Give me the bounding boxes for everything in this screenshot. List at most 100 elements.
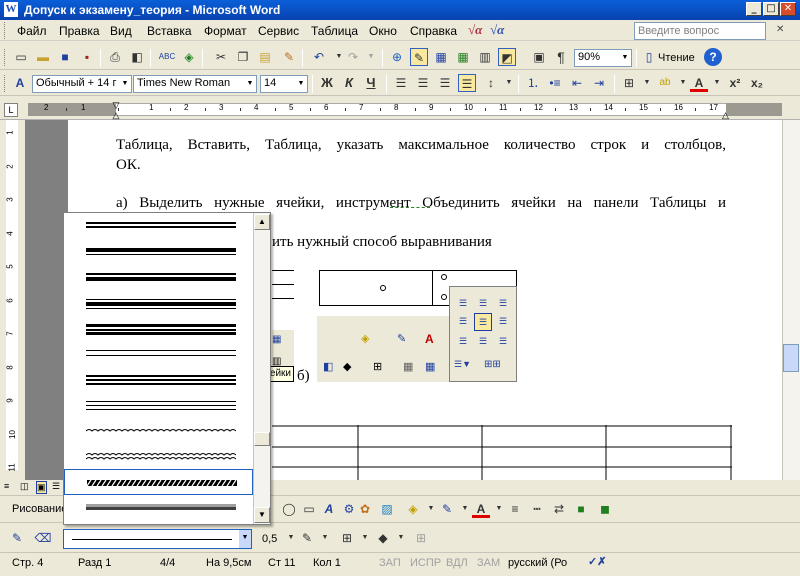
save-icon[interactable]: ■	[56, 48, 74, 66]
embedded-table-image[interactable]	[272, 270, 294, 312]
line-style-option-thick-thin-thick[interactable]	[64, 316, 253, 342]
style-select[interactable]: Обычный + 14 г ▼	[32, 75, 132, 93]
line-color-icon[interactable]: ✎	[438, 500, 456, 518]
doc-line[interactable]: ить нужный способ выравнивания	[272, 234, 492, 251]
permission-icon[interactable]: ▪	[78, 48, 96, 66]
underline-button[interactable]: Ч	[362, 74, 380, 92]
copy-icon[interactable]: ❐	[234, 48, 252, 66]
print-icon[interactable]: ⎙	[106, 48, 124, 66]
subscript-button[interactable]: x₂	[748, 74, 766, 92]
format-painter-icon[interactable]: ✎	[280, 48, 298, 66]
equation-icon[interactable]: √α	[468, 22, 482, 38]
toolbar-grip[interactable]	[4, 49, 7, 66]
styles-icon[interactable]: A	[11, 74, 29, 92]
spelling-status-icon[interactable]: ✓✗	[588, 555, 606, 571]
borders-dropdown-icon[interactable]: ▼	[638, 74, 656, 92]
menu-window[interactable]: Окно	[369, 24, 397, 38]
redo-icon[interactable]: ↷	[344, 48, 362, 66]
line-weight-value[interactable]: 0,5	[262, 533, 277, 545]
border-color-dropdown-icon[interactable]: ▼	[316, 529, 334, 547]
dropdown-scrollbar[interactable]	[253, 213, 270, 524]
drawing-icon[interactable]: ◩	[498, 48, 516, 66]
highlight-icon[interactable]: ab	[656, 74, 674, 92]
reading-label[interactable]: Чтение	[658, 52, 695, 64]
line-style-option-double-wavy[interactable]	[64, 444, 253, 470]
status-record[interactable]: ЗАП	[379, 557, 401, 569]
doc-line[interactable]: а) Выделить нужные ячейки, инструмент Об…	[116, 195, 726, 212]
picture-icon[interactable]: ▨	[378, 500, 396, 518]
normal-view-icon[interactable]: ≡	[4, 481, 9, 491]
italic-button[interactable]: К	[340, 74, 358, 92]
align-right-icon[interactable]: ☰	[436, 74, 454, 92]
bullets-icon[interactable]: •≡	[546, 74, 564, 92]
paste-icon[interactable]: ▤	[256, 48, 274, 66]
wordart-icon[interactable]: A	[320, 500, 338, 518]
status-line[interactable]: Ст 11	[268, 557, 295, 569]
dropdown-scroll-thumb[interactable]	[254, 432, 270, 446]
font-color-dropdown-icon[interactable]: ▼	[708, 74, 726, 92]
oval-icon[interactable]: ◯	[280, 500, 298, 518]
line-style-option-triple[interactable]	[64, 367, 253, 393]
outside-border-icon[interactable]: ⊞	[338, 529, 356, 547]
vertical-scrollbar[interactable]	[782, 120, 800, 480]
status-pages[interactable]: 4/4	[160, 557, 175, 569]
menu-grip[interactable]	[4, 22, 7, 39]
chevron-down-icon[interactable]: ▼	[239, 530, 251, 548]
insert-table-icon[interactable]: ▦	[432, 48, 450, 66]
status-language[interactable]: русский (Ро	[508, 557, 567, 569]
status-position[interactable]: На 9,5см	[206, 557, 251, 569]
line-spacing-icon[interactable]: ↕	[482, 74, 500, 92]
open-icon[interactable]: ▬	[34, 48, 52, 66]
help-icon[interactable]: ?	[704, 48, 722, 66]
line-style-option-thin-thick-thin[interactable]	[64, 291, 253, 317]
border-dropdown-icon[interactable]: ▼	[356, 529, 374, 547]
tables-borders-icon[interactable]: ✎	[410, 48, 428, 66]
document-table[interactable]	[272, 425, 732, 480]
status-section[interactable]: Разд 1	[78, 557, 111, 569]
font-select[interactable]: Times New Roman ▼	[133, 75, 257, 93]
dash-style-icon[interactable]: ┅	[528, 500, 546, 518]
insert-table-icon[interactable]: ⊞	[412, 529, 430, 547]
outline-view-icon[interactable]: ☰	[52, 481, 60, 492]
3d-icon[interactable]: ◼	[596, 500, 614, 518]
web-view-icon[interactable]: ◫	[20, 481, 29, 492]
new-document-icon[interactable]: ▭	[12, 48, 30, 66]
align-center-icon[interactable]: ☰	[414, 74, 432, 92]
close-document-icon[interactable]: ✕	[776, 24, 784, 35]
status-overtype[interactable]: ЗАМ	[477, 557, 500, 569]
menu-insert[interactable]: Вставка	[147, 24, 192, 38]
redo-dropdown-icon[interactable]: ▼	[362, 48, 380, 66]
help-search-input[interactable]: Введите вопрос	[634, 22, 766, 40]
menu-format[interactable]: Формат	[204, 24, 247, 38]
minimize-button[interactable]: _	[746, 2, 762, 16]
align-left-icon[interactable]: ☰	[392, 74, 410, 92]
line-style-option-dash-dot-stroked[interactable]	[64, 469, 253, 495]
shading-color-icon[interactable]: ◆	[374, 529, 392, 547]
status-page[interactable]: Стр. 4	[12, 557, 43, 569]
maximize-button[interactable]: □	[763, 2, 779, 16]
decrease-indent-icon[interactable]: ⇤	[568, 74, 586, 92]
equation-alt-icon[interactable]: √α	[490, 22, 504, 38]
font-color-icon[interactable]: A	[690, 74, 708, 92]
font-color-icon[interactable]: A	[472, 500, 490, 518]
status-column[interactable]: Кол 1	[313, 557, 341, 569]
bold-button[interactable]: Ж	[318, 74, 336, 92]
cut-icon[interactable]: ✂	[212, 48, 230, 66]
embedded-screenshot-image[interactable]: ◈ ✎ A ◧ ◆ ⊞ ▦ ▦ ☰ ☰ ☰ ☰ ☰ ☰ ☰ ☰ ☰ ☰▼ ⊞⊞	[317, 268, 517, 382]
menu-view[interactable]: Вид	[110, 24, 132, 38]
undo-icon[interactable]: ↶	[310, 48, 328, 66]
line-style-option-thin-thick[interactable]	[64, 265, 253, 291]
toolbar-grip[interactable]	[4, 75, 7, 92]
line-style-option-3d[interactable]	[64, 495, 253, 521]
status-track[interactable]: ИСПР	[410, 557, 441, 569]
doc-line[interactable]: Таблица, Вставить, Таблица, указать макс…	[116, 137, 726, 154]
shading-dropdown-icon[interactable]: ▼	[392, 529, 410, 547]
draw-table-icon[interactable]: ✎	[8, 529, 26, 547]
columns-icon[interactable]: ▥	[476, 48, 494, 66]
show-hide-icon[interactable]: ¶	[552, 48, 570, 66]
borders-icon[interactable]: ⊞	[620, 74, 638, 92]
arrow-style-icon[interactable]: ⇄	[550, 500, 568, 518]
menu-file[interactable]: Файл	[17, 24, 47, 38]
shadow-icon[interactable]: ■	[572, 500, 590, 518]
status-extend[interactable]: ВДЛ	[446, 557, 468, 569]
